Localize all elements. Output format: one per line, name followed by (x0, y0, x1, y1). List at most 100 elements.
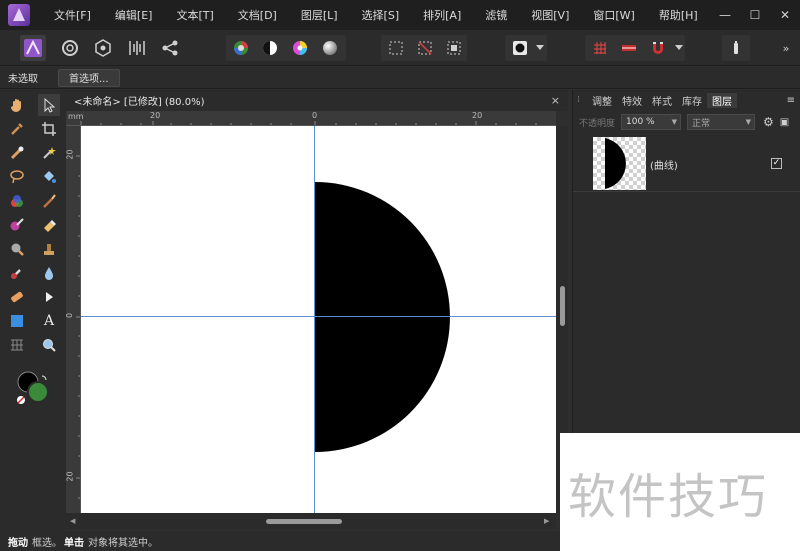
menu-edit[interactable]: 编辑[E] (103, 7, 165, 23)
deselect-icon[interactable] (412, 35, 438, 61)
hue-icon[interactable] (287, 35, 313, 61)
blend-mode-value: 正常 (692, 118, 711, 129)
close-document-icon[interactable]: × (551, 94, 560, 107)
alignment-icon[interactable] (616, 35, 642, 61)
watermark-text: 软件技巧 (568, 469, 769, 525)
scroll-right-icon[interactable]: ▶ (544, 517, 549, 525)
panel-grip-icon[interactable]: ⁞ (573, 95, 587, 105)
tab-layers[interactable]: 图层 (707, 92, 737, 108)
menu-document[interactable]: 文档[D] (226, 7, 289, 23)
ruler-v-label: 20 (66, 471, 75, 482)
tab-adjustments[interactable]: 调整 (587, 93, 617, 108)
crop-tool-icon[interactable] (38, 118, 60, 140)
document-canvas[interactable] (81, 126, 556, 513)
menu-window[interactable]: 窗口[W] (581, 7, 646, 23)
grid-icon[interactable] (587, 35, 613, 61)
layer-visibility-checkbox[interactable]: ✓ (771, 158, 782, 169)
tab-styles[interactable]: 样式 (647, 93, 677, 108)
vertical-guide[interactable] (314, 126, 315, 513)
magic-wand-tool-icon[interactable] (38, 142, 60, 164)
ruler-v-label: 0 (66, 313, 74, 318)
snapping-dropdown-icon[interactable] (672, 35, 686, 61)
menu-view[interactable]: 视图[V] (519, 7, 581, 23)
magnet-icon[interactable] (645, 35, 671, 61)
opacity-select[interactable]: 100 % ▼ (621, 114, 681, 130)
color-swatches[interactable] (12, 368, 52, 408)
vertical-ruler[interactable]: 20 0 20 (66, 126, 81, 513)
color-wheel-icon[interactable] (228, 35, 254, 61)
hand-tool-icon[interactable] (6, 94, 28, 116)
blend-mode-select[interactable]: 正常 ▼ (687, 114, 755, 130)
preferences-button[interactable]: 首选项... (58, 68, 120, 87)
menu-text[interactable]: 文本[T] (164, 7, 225, 23)
color-brush-tool-icon[interactable] (6, 190, 28, 212)
healing-brush-tool-icon[interactable] (6, 262, 28, 284)
main-toolbar: » (0, 30, 800, 66)
opacity-label: 不透明度 (579, 118, 616, 129)
tab-effects[interactable]: 特效 (617, 93, 647, 108)
selection-brush-tool-icon[interactable] (6, 142, 28, 164)
vertical-scroll-thumb[interactable] (560, 286, 565, 326)
layer-thumbnail (593, 137, 646, 190)
patch-tool-icon[interactable] (6, 286, 28, 308)
close-window-icon[interactable]: ✕ (770, 0, 800, 30)
minimize-icon[interactable]: — (710, 0, 740, 30)
menu-select[interactable]: 选择[S] (350, 7, 412, 23)
menu-file[interactable]: 文件[F] (40, 7, 103, 23)
export-persona-icon[interactable] (90, 35, 116, 61)
document-tab[interactable]: <未命名> [已修改] (80.0%) × (66, 90, 568, 111)
scroll-left-icon[interactable]: ◀ (70, 517, 75, 525)
toolbar-overflow-icon[interactable]: » (776, 35, 796, 61)
layer-row[interactable]: (曲线) ✓ (573, 134, 800, 192)
assistant-icon[interactable] (723, 35, 749, 61)
designer-persona-icon[interactable] (20, 35, 46, 61)
lasso-tool-icon[interactable] (6, 166, 28, 188)
horizontal-guide[interactable] (81, 316, 556, 317)
selection-status: 未选取 (8, 74, 38, 85)
paint-brush-tool-icon[interactable] (38, 190, 60, 212)
clone-tool-icon[interactable] (38, 238, 60, 260)
share-icon[interactable] (157, 35, 183, 61)
horizontal-scrollbar[interactable]: ◀ ▶ (66, 513, 556, 529)
layer-name[interactable]: (曲线) (650, 157, 678, 172)
menu-layer[interactable]: 图层[L] (289, 7, 350, 23)
context-toolbar: 未选取 首选项... (0, 67, 800, 89)
zoom-tool-icon[interactable] (38, 334, 60, 356)
mixer-brush-tool-icon[interactable] (6, 214, 28, 236)
flood-fill-tool-icon[interactable] (38, 166, 60, 188)
move-tool-icon[interactable] (38, 94, 60, 116)
panel-menu-icon[interactable]: ≡ (787, 95, 795, 106)
pixel-persona-icon[interactable] (57, 35, 83, 61)
color-picker-tool-icon[interactable] (6, 118, 28, 140)
blur-tool-icon[interactable] (38, 262, 60, 284)
horizontal-scroll-thumb[interactable] (266, 519, 342, 524)
gear-icon[interactable]: ⚙ (763, 115, 774, 129)
eraser-tool-icon[interactable] (38, 214, 60, 236)
ruler-unit-label: mm (68, 112, 84, 121)
marquee-select-icon[interactable] (383, 35, 409, 61)
half-circle-curve[interactable] (315, 182, 450, 452)
node-tool-icon[interactable] (38, 286, 60, 308)
window-controls: — ☐ ✕ (710, 0, 800, 30)
menu-arrange[interactable]: 排列[A] (411, 7, 473, 23)
horizontal-ruler[interactable]: mm 20 0 20 (66, 111, 556, 126)
menu-filters[interactable]: 滤镜 (473, 7, 519, 23)
gradient-sphere-icon[interactable] (317, 35, 343, 61)
text-tool-icon[interactable]: A (38, 310, 60, 332)
status-click-text: 对象将其选中。 (88, 537, 158, 549)
invert-selection-icon[interactable] (441, 35, 467, 61)
tab-stock[interactable]: 库存 (677, 93, 707, 108)
contrast-icon[interactable] (257, 35, 283, 61)
mesh-warp-tool-icon[interactable] (6, 334, 28, 356)
tools-panel: A (0, 90, 66, 532)
maximize-icon[interactable]: ☐ (740, 0, 770, 30)
dodge-tool-icon[interactable] (6, 238, 28, 260)
mask-icon[interactable] (507, 35, 533, 61)
artwork[interactable] (81, 126, 556, 513)
snapping-icon[interactable] (124, 35, 150, 61)
rectangle-tool-icon[interactable] (6, 310, 28, 332)
menu-help[interactable]: 帮助[H] (647, 7, 710, 23)
chevron-down-icon: ▼ (745, 118, 751, 126)
layer-tools-icon[interactable]: ▣ (780, 117, 789, 128)
mask-dropdown-icon[interactable] (533, 35, 547, 61)
